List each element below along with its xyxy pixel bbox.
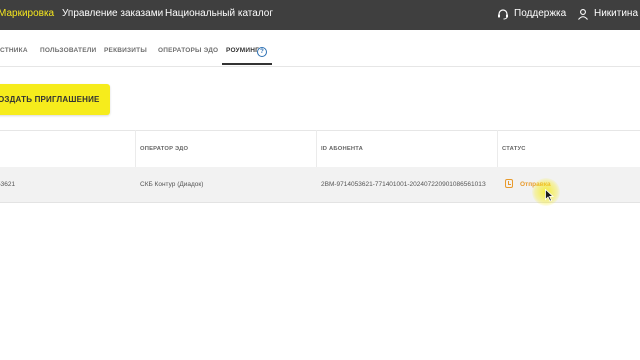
section-tabs-bar: СТНИКА ПОЛЬЗОВАТЕЛИ РЕКВИЗИТЫ ОПЕРАТОРЫ … bbox=[0, 30, 640, 67]
table-header: ОПЕРАТОР ЭДО ID АБОНЕНТА СТАТУС bbox=[0, 130, 640, 168]
help-icon[interactable]: ? bbox=[257, 47, 267, 57]
user-name[interactable]: Никитина Ю bbox=[594, 8, 640, 19]
cell-inn: 53621 bbox=[0, 181, 16, 188]
column-header-edo-operator: ОПЕРАТОР ЭДО bbox=[140, 146, 189, 152]
column-header-subscriber-id: ID АБОНЕНТА bbox=[321, 146, 364, 152]
tab-roaming[interactable]: РОУМИНГ bbox=[226, 47, 259, 54]
nav-marking[interactable]: Маркировка bbox=[0, 8, 54, 19]
column-header-status: СТАТУС bbox=[502, 146, 526, 152]
tab-edo-operators[interactable]: ОПЕРАТОРЫ ЭДО bbox=[158, 47, 218, 54]
mouse-pointer-icon bbox=[545, 189, 554, 202]
clock-status-icon bbox=[505, 179, 513, 188]
nav-order-management[interactable]: Управление заказами bbox=[62, 8, 163, 19]
nav-national-catalog[interactable]: Национальный каталог bbox=[165, 8, 273, 19]
create-invitation-button[interactable]: ОЗДАТЬ ПРИГЛАШЕНИЕ bbox=[0, 84, 110, 115]
cell-subscriber-id: 2BM-9714053621-771401001-202407220901086… bbox=[321, 181, 486, 188]
support-link[interactable]: Поддержка bbox=[514, 8, 566, 19]
user-icon[interactable] bbox=[577, 8, 589, 20]
active-tab-indicator bbox=[222, 63, 272, 65]
tab-requisites[interactable]: РЕКВИЗИТЫ bbox=[104, 47, 147, 54]
tab-users[interactable]: ПОЛЬЗОВАТЕЛИ bbox=[40, 47, 96, 54]
create-invitation-label: ОЗДАТЬ ПРИГЛАШЕНИЕ bbox=[0, 95, 100, 104]
tab-participant[interactable]: СТНИКА bbox=[0, 47, 28, 54]
cell-edo-operator: СКБ Контур (Диадок) bbox=[140, 181, 204, 188]
top-navigation-bar: Маркировка Управление заказами Националь… bbox=[0, 0, 640, 30]
headset-icon[interactable] bbox=[497, 8, 509, 20]
